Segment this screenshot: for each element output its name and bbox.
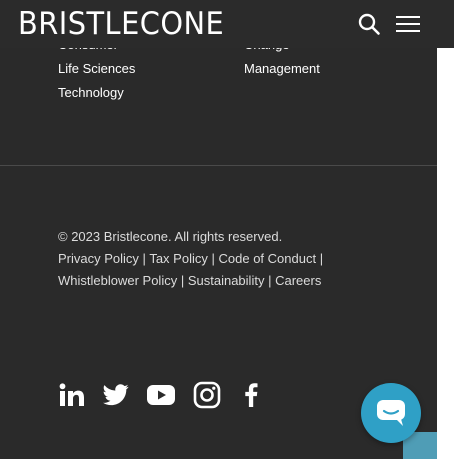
youtube-icon[interactable] bbox=[146, 378, 176, 412]
instagram-icon[interactable] bbox=[192, 378, 222, 412]
twitter-icon[interactable] bbox=[102, 378, 130, 412]
legal-block: © 2023 Bristlecone. All rights reserved.… bbox=[58, 226, 358, 292]
footer-link-management[interactable]: Management bbox=[244, 61, 320, 76]
chat-widget-button[interactable] bbox=[361, 383, 421, 443]
search-icon[interactable] bbox=[357, 12, 381, 36]
code-of-conduct-link[interactable]: Code of Conduct bbox=[219, 251, 317, 266]
separator: | bbox=[319, 251, 324, 266]
footer-link-life-sciences[interactable]: Life Sciences bbox=[58, 61, 135, 76]
copyright: © 2023 Bristlecone. All rights reserved. bbox=[58, 229, 283, 244]
sustainability-link[interactable]: Sustainability bbox=[188, 273, 265, 288]
footer-divider bbox=[0, 165, 437, 166]
tax-policy-link[interactable]: Tax Policy bbox=[149, 251, 208, 266]
site-header: BRISTLECONE bbox=[0, 0, 454, 48]
whistleblower-policy-link[interactable]: Whistleblower Policy bbox=[58, 273, 177, 288]
separator: | bbox=[268, 273, 272, 288]
bristlecone-logo[interactable]: BRISTLECONE bbox=[18, 6, 224, 42]
chat-bubble-icon bbox=[377, 400, 405, 426]
facebook-icon[interactable] bbox=[240, 378, 262, 412]
separator: | bbox=[211, 251, 215, 266]
privacy-policy-link[interactable]: Privacy Policy bbox=[58, 251, 139, 266]
scrollbar-track[interactable] bbox=[437, 0, 454, 459]
separator: | bbox=[142, 251, 146, 266]
separator: | bbox=[180, 273, 185, 288]
careers-link[interactable]: Careers bbox=[275, 273, 321, 288]
footer-link-technology[interactable]: Technology bbox=[58, 85, 124, 100]
linkedin-icon[interactable] bbox=[58, 378, 86, 412]
hamburger-menu-icon[interactable] bbox=[396, 14, 420, 34]
